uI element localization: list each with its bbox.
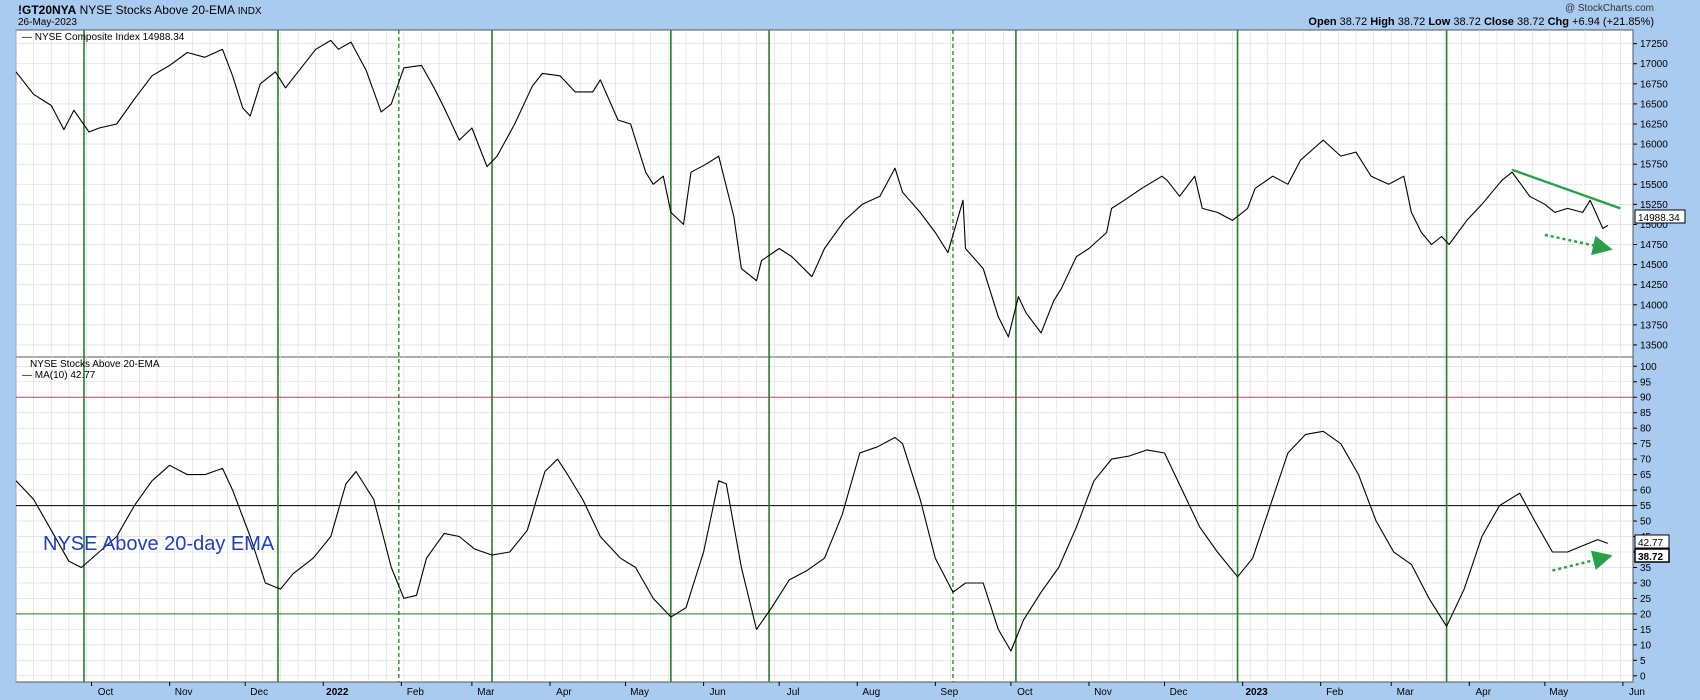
chart-canvas: 1350013750140001425014500147501500015250… xyxy=(15,29,1686,698)
bottom-y-tick-label: 65 xyxy=(1640,470,1652,481)
top-y-tick-label: 16250 xyxy=(1640,120,1668,131)
top-last-value-text: 14988.34 xyxy=(1638,213,1680,224)
x-tick-label: Oct xyxy=(98,687,114,698)
ma-value-tag: 42.77 xyxy=(1634,534,1670,549)
x-tick-label: Jul xyxy=(787,687,800,698)
top-y-tick-label: 15500 xyxy=(1640,180,1668,191)
bottom-y-tick-label: 10 xyxy=(1640,640,1652,651)
top-y-tick-label: 17000 xyxy=(1640,59,1668,70)
x-tick-label: 2022 xyxy=(326,687,349,698)
bottom-y-tick-label: 5 xyxy=(1640,656,1646,667)
bottom-y-tick-label: 70 xyxy=(1640,455,1652,466)
bottom-y-tick-label: 85 xyxy=(1640,408,1652,419)
bottom-y-tick-label: 35 xyxy=(1640,563,1652,574)
ma-value-text: 42.77 xyxy=(1638,538,1663,549)
bottom-y-tick-label: 55 xyxy=(1640,501,1652,512)
chart-frame: !GT20NYA NYSE Stocks Above 20-EMA INDX 2… xyxy=(0,0,1700,700)
bottom-last-value-text: 38.72 xyxy=(1638,552,1663,563)
top-y-tick-label: 16000 xyxy=(1640,140,1668,151)
top-y-tick-label: 14250 xyxy=(1640,280,1668,291)
bottom-legend-title: NYSE Stocks Above 20-EMA xyxy=(30,359,160,370)
bottom-y-tick-label: 75 xyxy=(1640,439,1652,450)
x-tick-label: Feb xyxy=(407,687,425,698)
bottom-y-tick-label: 0 xyxy=(1640,671,1646,682)
x-tick-label: Mar xyxy=(1397,687,1415,698)
x-tick-label: Feb xyxy=(1326,687,1344,698)
top-last-value-tag: 14988.34 xyxy=(1634,209,1686,224)
top-y-tick-label: 13750 xyxy=(1640,320,1668,331)
bottom-y-tick-label: 80 xyxy=(1640,424,1652,435)
x-tick-label: Dec xyxy=(250,687,268,698)
bottom-last-value-tag: 38.72 xyxy=(1634,548,1670,563)
top-y-tick-label: 13500 xyxy=(1640,340,1668,351)
annotation-label: NYSE Above 20-day EMA xyxy=(43,533,275,555)
bottom-y-tick-label: 95 xyxy=(1640,377,1652,388)
x-tick-label: Jun xyxy=(1629,687,1645,698)
top-y-tick-label: 14000 xyxy=(1640,300,1668,311)
bottom-y-tick-label: 15 xyxy=(1640,625,1652,636)
x-tick-label: Aug xyxy=(862,687,880,698)
x-tick-label: May xyxy=(1549,687,1568,698)
x-tick-label: Nov xyxy=(1094,687,1112,698)
top-y-tick-label: 14750 xyxy=(1640,240,1668,251)
bottom-panel-bg xyxy=(15,356,1634,683)
bottom-legend-ma: — MA(10) 42.77 xyxy=(22,370,96,381)
top-y-tick-label: 14500 xyxy=(1640,260,1668,271)
top-legend: — NYSE Composite Index 14988.34 xyxy=(22,32,185,43)
bottom-y-tick-label: 60 xyxy=(1640,486,1652,497)
x-tick-label: Dec xyxy=(1170,687,1188,698)
top-y-tick-label: 16500 xyxy=(1640,99,1668,110)
x-tick-label: Apr xyxy=(556,687,572,698)
top-panel-bg xyxy=(15,29,1634,358)
bottom-y-tick-label: 90 xyxy=(1640,393,1652,404)
x-tick-label: Oct xyxy=(1017,687,1033,698)
bottom-legend-ma-text: MA(10) 42.77 xyxy=(35,370,96,381)
x-tick-label: Mar xyxy=(477,687,495,698)
bottom-y-tick-label: 20 xyxy=(1640,609,1652,620)
top-y-tick-label: 15750 xyxy=(1640,160,1668,171)
top-y-tick-label: 15250 xyxy=(1640,200,1668,211)
x-tick-label: 2023 xyxy=(1245,687,1268,698)
bottom-y-tick-label: 100 xyxy=(1640,362,1657,373)
top-legend-text: NYSE Composite Index 14988.34 xyxy=(35,32,185,43)
x-tick-label: Sep xyxy=(940,687,958,698)
x-tick-label: Apr xyxy=(1476,687,1492,698)
top-y-tick-label: 16750 xyxy=(1640,79,1668,90)
top-y-tick-label: 17250 xyxy=(1640,39,1668,50)
x-tick-label: Jun xyxy=(710,687,726,698)
bottom-y-tick-label: 50 xyxy=(1640,517,1652,528)
bottom-y-tick-label: 30 xyxy=(1640,578,1652,589)
bottom-y-tick-label: 25 xyxy=(1640,594,1652,605)
x-tick-label: Nov xyxy=(175,687,193,698)
x-tick-label: May xyxy=(630,687,649,698)
